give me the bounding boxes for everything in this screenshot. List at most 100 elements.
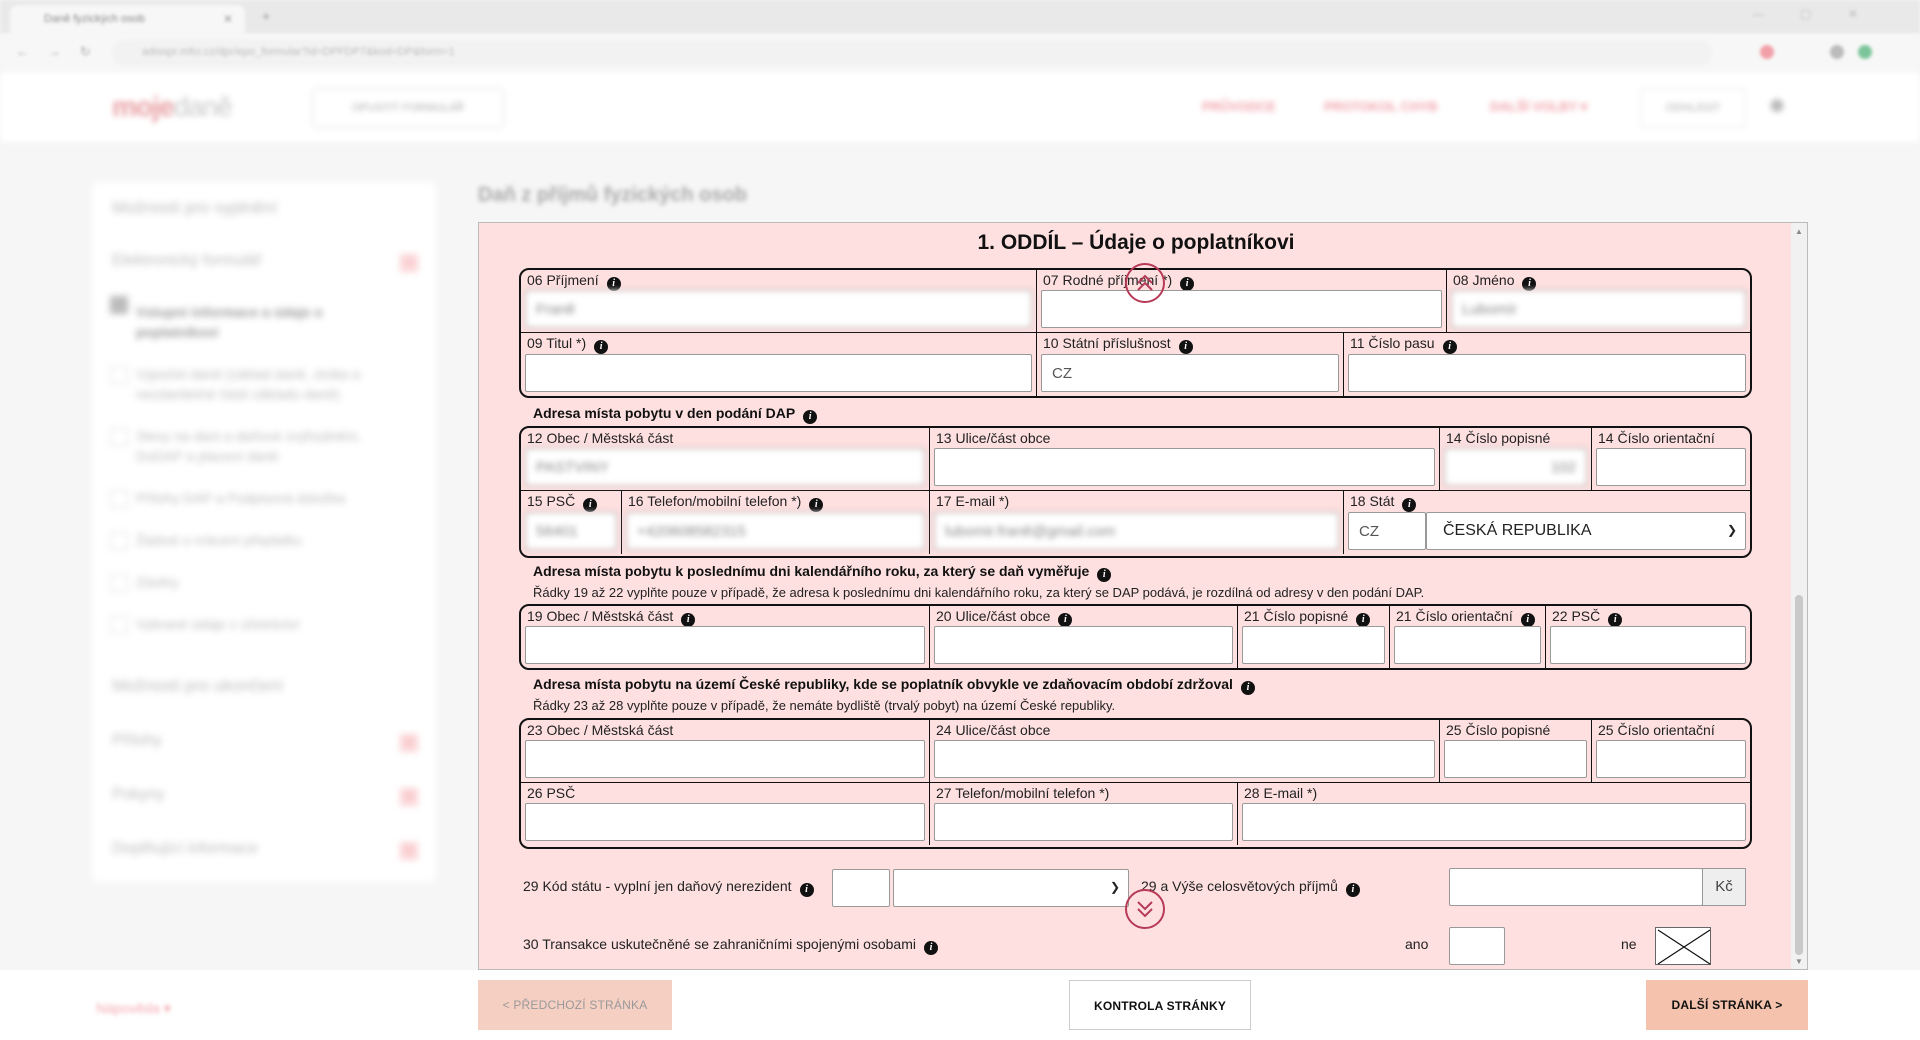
reload-icon[interactable]: ↻ (80, 44, 91, 60)
country-code-input[interactable] (832, 869, 890, 907)
tab-title: Daně fyzických osob (44, 13, 145, 25)
passport-input[interactable] (1348, 354, 1746, 392)
scroll-up-button[interactable] (1125, 263, 1165, 303)
info-icon[interactable]: i (799, 883, 814, 897)
next-page-button[interactable]: DALŠÍ STRÁNKA > (1646, 980, 1808, 1030)
street-3-input[interactable] (934, 740, 1435, 778)
new-tab-icon[interactable]: + (262, 8, 270, 24)
sidebar-item-refund[interactable]: Žádost o vrácení přeplatku (136, 530, 406, 550)
sidebar-item-conclusions[interactable]: Závěry (136, 572, 406, 592)
country-code-select[interactable]: ❯ (893, 869, 1129, 907)
info-icon[interactable]: i (1240, 681, 1255, 695)
sidebar-item-accounting[interactable]: Vybrané údaje z účetnictví (136, 614, 406, 634)
form-panel[interactable]: 1. ODDÍL – Údaje o poplatníkovi 06 Příjm… (478, 222, 1808, 970)
info-icon[interactable]: i (1520, 613, 1535, 627)
sidebar-electronic-form[interactable]: Elektronický formulář (112, 252, 261, 270)
orientation-number-3-input[interactable] (1596, 740, 1746, 778)
no-label: ne (1621, 936, 1637, 952)
info-icon[interactable]: i (1442, 340, 1457, 354)
info-icon[interactable]: i (1608, 613, 1623, 627)
back-icon[interactable]: ← (16, 44, 29, 59)
sidebar-item-tax-calc[interactable]: Výpočet daně (základ daně, ztráta a nezd… (136, 364, 406, 404)
plus-icon[interactable]: + (400, 788, 418, 806)
phone-3-input[interactable] (934, 803, 1233, 841)
window-close-icon[interactable]: ✕ (1848, 7, 1858, 21)
scroll-down-arrow-icon[interactable]: ▼ (1795, 957, 1803, 966)
nav-more-options[interactable]: DALŠÍ VOLBY ▾ (1490, 99, 1587, 115)
info-icon[interactable]: i (606, 277, 621, 291)
logo[interactable]: mojedaně (112, 91, 233, 123)
extension-icon[interactable] (1760, 45, 1774, 59)
house-number-3-input[interactable] (1444, 740, 1587, 778)
logout-button[interactable]: ODHLÁSIT (1640, 88, 1746, 128)
previous-page-button[interactable]: < PŘEDCHOZÍ STRÁNKA (478, 980, 672, 1030)
profile-icon[interactable] (1858, 45, 1872, 59)
municipality-input[interactable]: PASTVINY (525, 448, 925, 486)
worldwide-income-input[interactable] (1449, 868, 1703, 906)
email-3-input[interactable] (1242, 803, 1746, 841)
orientation-number-2-input[interactable] (1394, 626, 1541, 664)
title-input[interactable] (525, 354, 1032, 392)
scroll-down-button[interactable] (1125, 889, 1165, 929)
info-icon[interactable]: i (1097, 568, 1112, 582)
info-icon[interactable]: i (1058, 613, 1073, 627)
user-icon[interactable]: ● (1768, 88, 1804, 124)
nationality-input[interactable]: CZ (1041, 354, 1339, 392)
orientation-number-input[interactable] (1596, 448, 1746, 486)
yes-checkbox[interactable] (1449, 927, 1505, 965)
sidebar-link-attachments[interactable]: Přílohy (112, 732, 162, 750)
forward-icon[interactable]: → (48, 44, 61, 59)
sidebar-item-discounts[interactable]: Slevy na dani a daňové zvýhodnění, DoDAP… (136, 426, 406, 466)
info-icon[interactable]: i (1178, 340, 1193, 354)
info-icon[interactable]: i (1345, 883, 1360, 897)
info-icon[interactable]: i (1402, 498, 1417, 512)
street-input[interactable] (934, 448, 1435, 486)
browser-tab[interactable]: Daně fyzických osob ✕ (10, 5, 245, 34)
leave-form-button[interactable]: OPUSTIT FORMULÁŘ (312, 88, 504, 128)
info-icon[interactable]: i (583, 498, 598, 512)
extension-icon[interactable] (1830, 45, 1844, 59)
state-code-input[interactable]: CZ (1348, 512, 1426, 550)
info-icon[interactable]: i (803, 410, 818, 424)
state-select[interactable]: ČESKÁ REPUBLIKA ❯ (1426, 512, 1746, 550)
help-toggle[interactable]: Nápověda ▾ (96, 1000, 171, 1017)
info-icon[interactable]: i (594, 340, 609, 354)
email-input[interactable]: lubomir.franě@gmail.com (934, 512, 1339, 550)
info-icon[interactable]: i (681, 613, 696, 627)
first-name-input[interactable]: Lubomír (1451, 290, 1746, 328)
scroll-up-arrow-icon[interactable]: ▲ (1795, 227, 1803, 236)
no-checkbox[interactable] (1655, 927, 1711, 965)
info-icon[interactable]: i (1522, 277, 1537, 291)
sidebar-link-additional-info[interactable]: Doplňující informace (112, 840, 258, 858)
info-icon[interactable]: i (1356, 613, 1371, 627)
house-number-2-input[interactable] (1242, 626, 1385, 664)
municipality-2-input[interactable] (525, 626, 925, 664)
nav-guide[interactable]: PRŮVODCE (1202, 99, 1276, 114)
phone-input[interactable]: +420608582315 (626, 512, 925, 550)
info-icon[interactable]: i (809, 498, 824, 512)
sidebar-link-instructions[interactable]: Pokyny (112, 786, 164, 804)
close-icon[interactable]: ✕ (223, 12, 233, 26)
postcode-3-input[interactable] (525, 803, 925, 841)
postcode-2-input[interactable] (1550, 626, 1746, 664)
form-scrollbar[interactable]: ▲ ▼ (1791, 223, 1807, 969)
surname-input[interactable]: Franě (525, 290, 1032, 328)
collapse-icon[interactable]: − (400, 254, 418, 272)
info-icon[interactable]: i (1180, 277, 1195, 291)
street-2-input[interactable] (934, 626, 1233, 664)
maximize-icon[interactable]: ▢ (1800, 7, 1811, 21)
scrollbar-thumb[interactable] (1795, 595, 1803, 955)
url-bar[interactable]: adisspr.mfcr.cz/dpr/epo_formular?id=DPFD… (112, 40, 1712, 66)
plus-icon[interactable]: + (400, 734, 418, 752)
sidebar-item-input-info[interactable]: Vstupní informace a údaje o poplatníkovi (136, 302, 406, 342)
municipality-3-input[interactable] (525, 740, 925, 778)
sidebar-item-attachments[interactable]: Přílohy DAP a Podpisová doložka (136, 488, 406, 508)
birth-surname-input[interactable] (1041, 290, 1442, 328)
info-icon[interactable]: i (923, 941, 938, 955)
minimize-icon[interactable]: — (1752, 7, 1764, 21)
nav-error-log[interactable]: PROTOKOL CHYB (1324, 99, 1438, 114)
house-number-input[interactable]: 102 (1444, 448, 1587, 486)
postcode-input[interactable]: 56401 (525, 512, 617, 550)
plus-icon[interactable]: + (400, 842, 418, 860)
check-page-button[interactable]: KONTROLA STRÁNKY (1069, 980, 1251, 1030)
